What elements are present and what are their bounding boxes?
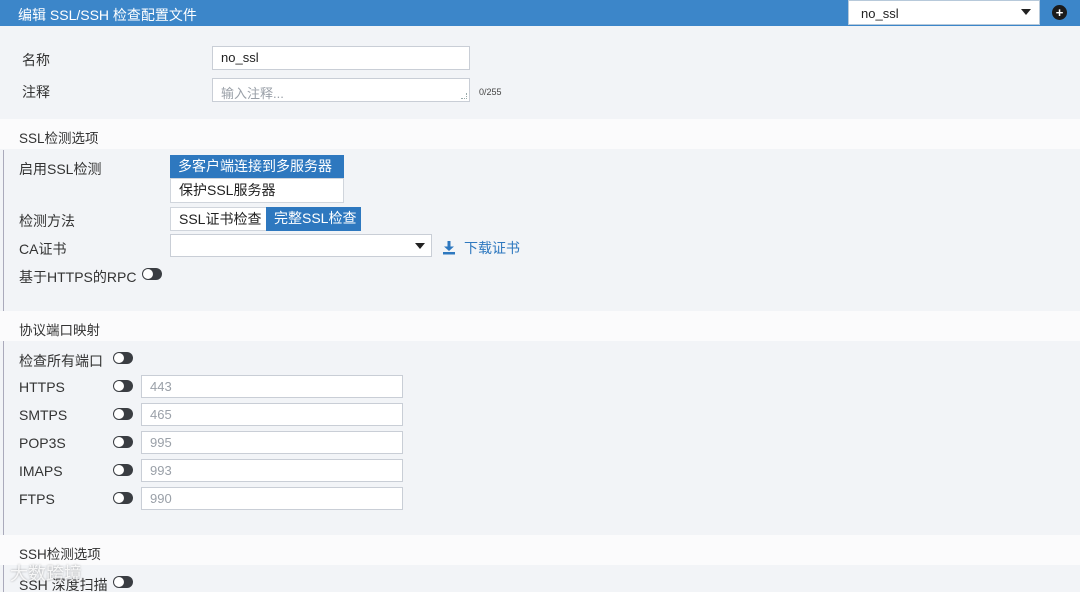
ssl-section-title: SSL检测选项 <box>19 131 99 146</box>
port-section-title: 协议端口映射 <box>19 323 100 338</box>
download-icon <box>442 241 456 255</box>
protocol-label-imaps: IMAPS <box>19 463 63 479</box>
protocol-toggle-imaps[interactable] <box>113 464 133 476</box>
option-multi-client[interactable]: 多客户端连接到多服务器 <box>170 155 344 178</box>
port-value-imaps: 993 <box>150 463 172 478</box>
method-full-ssl[interactable]: 完整SSL检查 <box>266 207 361 231</box>
download-cert-label: 下载证书 <box>464 240 520 256</box>
dialog-header: 编辑 SSL/SSH 检查配置文件 no_ssl + <box>0 0 1080 26</box>
comment-char-counter: 0/255 <box>479 87 502 97</box>
profile-select[interactable]: no_ssl <box>848 0 1040 25</box>
ssl-section-header: SSL检测选项 <box>0 119 1080 149</box>
ssh-section-header: SSH检测选项 <box>0 535 1080 565</box>
ssh-deep-scan-toggle[interactable] <box>113 576 133 588</box>
protocol-toggle-smtps[interactable] <box>113 408 133 420</box>
protocol-label-pop3s: POP3S <box>19 435 66 451</box>
comment-placeholder: 输入注释... <box>221 86 284 101</box>
method-label: 检测方法 <box>19 213 75 229</box>
port-section-header: 协议端口映射 <box>0 311 1080 341</box>
ca-cert-label: CA证书 <box>19 241 67 257</box>
protocol-label-https: HTTPS <box>19 379 65 395</box>
port-value-ftps: 990 <box>150 491 172 506</box>
port-input-https[interactable]: 443 <box>141 375 403 398</box>
plus-circle-icon[interactable]: + <box>1052 5 1067 20</box>
protocol-toggle-pop3s[interactable] <box>113 436 133 448</box>
method-cert-check[interactable]: SSL证书检查 <box>170 207 267 231</box>
enable-ssl-label: 启用SSL检测 <box>19 161 102 177</box>
name-label: 名称 <box>22 52 50 68</box>
port-value-pop3s: 995 <box>150 435 172 450</box>
name-input-value: no_ssl <box>221 50 259 65</box>
resize-grip-icon[interactable] <box>461 93 467 99</box>
port-input-ftps[interactable]: 990 <box>141 487 403 510</box>
download-cert-link[interactable]: 下载证书 <box>442 238 520 258</box>
port-value-smtps: 465 <box>150 407 172 422</box>
chevron-down-icon <box>415 243 425 249</box>
protocol-toggle-https[interactable] <box>113 380 133 392</box>
protocol-toggle-ftps[interactable] <box>113 492 133 504</box>
comment-label: 注释 <box>22 84 50 100</box>
dialog-title: 编辑 SSL/SSH 检查配置文件 <box>18 7 197 23</box>
all-ports-label: 检查所有端口 <box>19 353 103 369</box>
protocol-label-ftps: FTPS <box>19 491 55 507</box>
chevron-down-icon <box>1021 9 1031 15</box>
rpc-https-toggle[interactable] <box>142 268 162 280</box>
port-input-smtps[interactable]: 465 <box>141 403 403 426</box>
name-input[interactable]: no_ssl <box>212 46 470 70</box>
comment-textarea[interactable]: 输入注释... <box>212 78 470 102</box>
port-value-https: 443 <box>150 379 172 394</box>
port-input-pop3s[interactable]: 995 <box>141 431 403 454</box>
all-ports-toggle[interactable] <box>113 352 133 364</box>
port-input-imaps[interactable]: 993 <box>141 459 403 482</box>
protocol-label-smtps: SMTPS <box>19 407 68 423</box>
left-edge-divider <box>3 150 4 592</box>
ca-cert-select[interactable] <box>170 234 432 257</box>
rpc-https-label: 基于HTTPS的RPC <box>19 269 137 285</box>
profile-select-value: no_ssl <box>861 6 899 21</box>
option-protect-server[interactable]: 保护SSL服务器 <box>170 178 344 203</box>
watermark-text: 大数跨境 <box>10 564 82 584</box>
